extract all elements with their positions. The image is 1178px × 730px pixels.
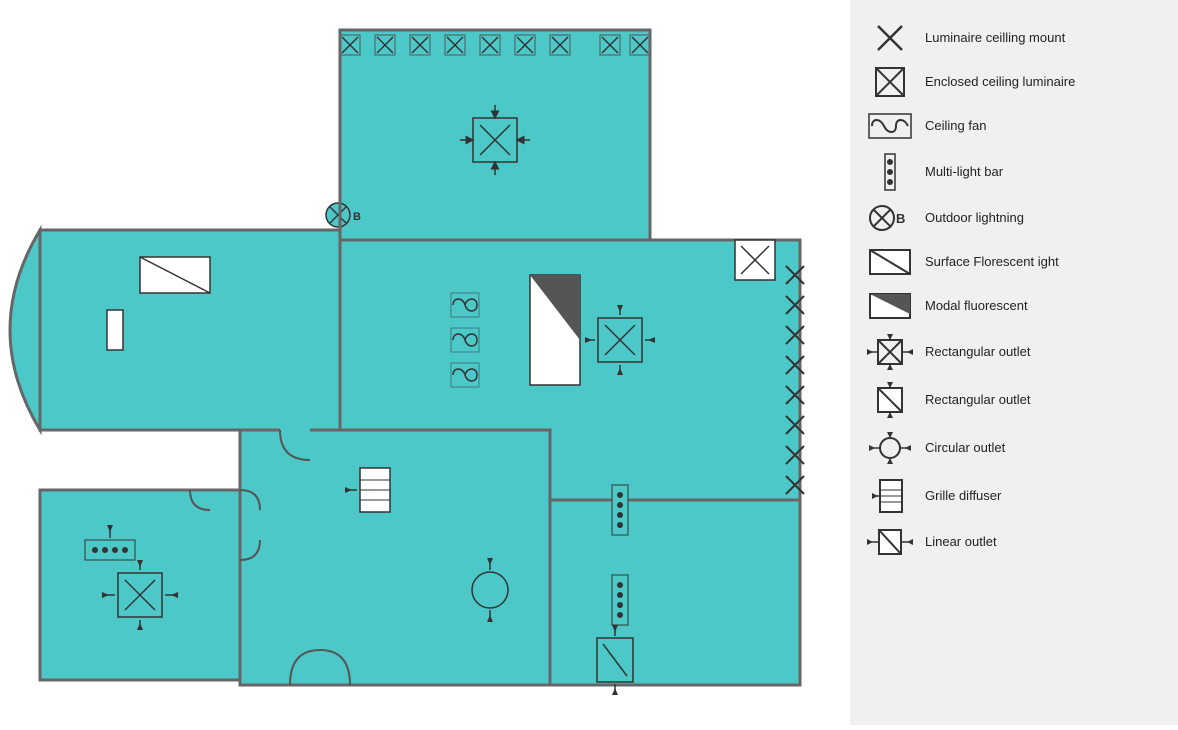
floor-plan: B [0,0,850,725]
legend-label-enclosed-ceiling: Enclosed ceiling luminaire [925,74,1075,91]
legend-label-luminaire-ceiling-mount: Luminaire ceilling mount [925,30,1065,47]
legend-label-multi-light-bar: Multi-light bar [925,164,1003,181]
legend-item-surface-fluorescent: Surface Florescent ight [865,244,1163,280]
legend-item-outdoor-lightning: B Outdoor lightning [865,200,1163,236]
legend-label-rectangular-outlet-2: Rectangular outlet [925,392,1031,409]
legend-label-circular-outlet: Circular outlet [925,440,1005,457]
svg-text:B: B [896,211,905,226]
legend-icon-grille-diffuser [865,476,915,516]
legend-label-surface-fluorescent: Surface Florescent ight [925,254,1059,271]
legend-item-luminaire-ceiling-mount: Luminaire ceilling mount [865,20,1163,56]
legend-label-outdoor-lightning: Outdoor lightning [925,210,1024,227]
legend-icon-modal-fluorescent [865,292,915,320]
legend-icon-rectangular-outlet-2 [865,380,915,420]
legend-icon-multi-light-bar [865,152,915,192]
legend-item-rectangular-outlet-1: Rectangular outlet [865,332,1163,372]
legend-icon-ceiling-fan [865,112,915,140]
legend-item-ceiling-fan: Ceiling fan [865,108,1163,144]
legend-item-grille-diffuser: Grille diffuser [865,476,1163,516]
legend-item-circular-outlet: Circular outlet [865,428,1163,468]
legend-icon-circular-outlet [865,428,915,468]
legend-item-modal-fluorescent: Modal fluorescent [865,288,1163,324]
legend-item-linear-outlet: Linear outlet [865,524,1163,560]
legend-icon-rectangular-outlet-1 [865,332,915,372]
legend-item-multi-light-bar: Multi-light bar [865,152,1163,192]
legend-label-linear-outlet: Linear outlet [925,534,997,551]
legend-item-rectangular-outlet-2: Rectangular outlet [865,380,1163,420]
svg-text:B: B [353,211,361,223]
legend-icon-enclosed-ceiling [865,66,915,98]
legend-icon-luminaire-ceiling-mount [865,22,915,54]
legend-icon-linear-outlet [865,526,915,558]
legend-icon-outdoor-lightning: B [865,202,915,234]
legend-icon-surface-fluorescent [865,248,915,276]
legend-label-ceiling-fan: Ceiling fan [925,118,986,135]
legend-label-rectangular-outlet-1: Rectangular outlet [925,344,1031,361]
legend-panel: Luminaire ceilling mount Enclosed ceilin… [850,0,1178,725]
legend-item-enclosed-ceiling: Enclosed ceiling luminaire [865,64,1163,100]
legend-label-grille-diffuser: Grille diffuser [925,488,1001,505]
legend-label-modal-fluorescent: Modal fluorescent [925,298,1028,315]
